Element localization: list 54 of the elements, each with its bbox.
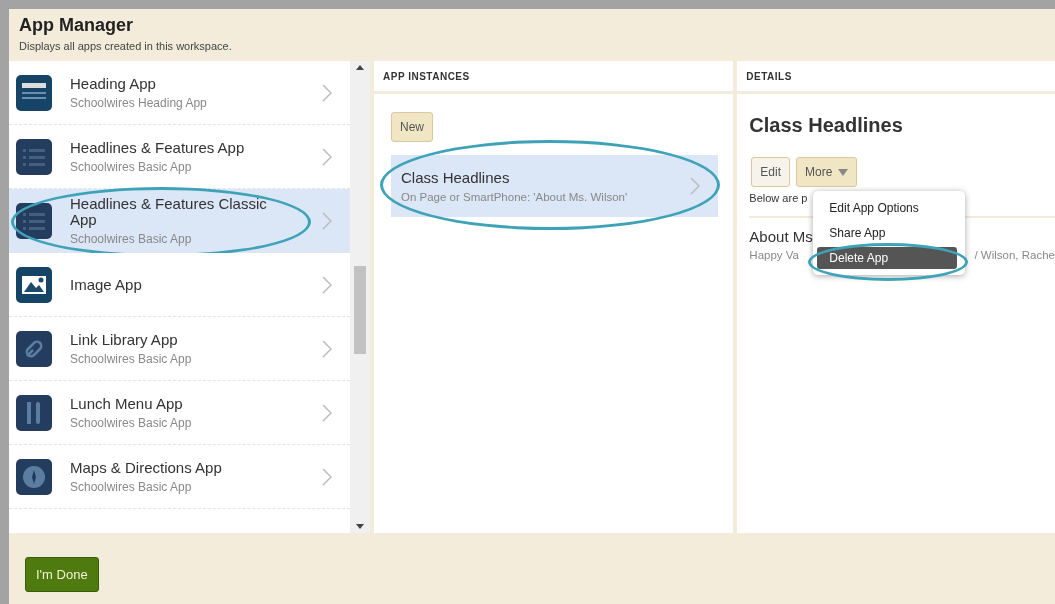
more-button[interactable]: More bbox=[796, 157, 858, 187]
app-icon bbox=[16, 458, 52, 495]
instance-name: Class Headlines bbox=[401, 169, 511, 186]
page-path: Happy Va bbox=[749, 249, 799, 261]
instance-list-item[interactable]: Class Headlines On Page or SmartPhone: 'About Ms. Wilson' bbox=[391, 155, 718, 217]
app-name: Headlines & Features App bbox=[70, 139, 246, 156]
menu-item[interactable]: Share App bbox=[817, 222, 958, 244]
page-subtitle: Displays all apps created in this workspace. bbox=[19, 40, 233, 52]
panel-heading: DETAILS bbox=[737, 61, 1055, 94]
chevron-icon bbox=[322, 211, 332, 230]
app-name: Heading App bbox=[70, 75, 157, 92]
app-name: Headlines & Features Classic App bbox=[70, 195, 268, 228]
chevron-icon bbox=[322, 339, 332, 358]
new-button[interactable]: New bbox=[391, 112, 433, 142]
chevron-icon bbox=[322, 403, 332, 422]
app-type: Schoolwires Basic App bbox=[70, 231, 193, 246]
app-icon bbox=[16, 394, 52, 431]
app-icon bbox=[16, 202, 52, 239]
page-link[interactable]: About Ms bbox=[749, 228, 813, 245]
caret-icon bbox=[838, 168, 849, 176]
details-title: Class Headlines bbox=[749, 114, 904, 137]
app-type: Schoolwires Basic App bbox=[70, 415, 193, 430]
app-list-item[interactable]: Headlines & Features Classic App Schoolwires Basic App bbox=[9, 189, 350, 253]
app-icon bbox=[16, 330, 52, 367]
done-button[interactable]: I'm Done bbox=[25, 557, 99, 592]
scrollbar-thumb[interactable] bbox=[354, 266, 366, 354]
chevron-icon bbox=[322, 275, 332, 294]
app-icon bbox=[16, 138, 52, 175]
chevron-icon bbox=[322, 147, 332, 166]
app-type: Schoolwires Heading App bbox=[70, 95, 208, 110]
app-type: Schoolwires Basic App bbox=[70, 479, 193, 494]
app-icon bbox=[16, 266, 52, 303]
scroll-up-icon[interactable] bbox=[356, 65, 364, 70]
app-type: Schoolwires Basic App bbox=[70, 159, 193, 174]
details-note: Below are p bbox=[749, 192, 809, 204]
app-name: Lunch Menu App bbox=[70, 395, 184, 412]
chevron-icon bbox=[322, 83, 332, 102]
menu-item[interactable]: Delete App bbox=[817, 247, 958, 269]
chevron-icon bbox=[690, 177, 700, 195]
app-name: Maps & Directions App bbox=[70, 459, 223, 476]
page-title: App Manager bbox=[19, 15, 134, 36]
scrollbar[interactable] bbox=[350, 61, 370, 533]
app-name: Link Library App bbox=[70, 331, 179, 348]
instance-location: On Page or SmartPhone: 'About Ms. Wilson' bbox=[401, 191, 629, 203]
chevron-icon bbox=[322, 467, 332, 486]
edit-button[interactable]: Edit bbox=[751, 157, 791, 187]
app-list-item[interactable]: Image App bbox=[9, 253, 350, 317]
panel-heading: APP INSTANCES bbox=[374, 61, 734, 94]
menu-item[interactable]: Edit App Options bbox=[817, 197, 958, 219]
scroll-down-icon[interactable] bbox=[356, 524, 364, 529]
app-type: Schoolwires Basic App bbox=[70, 351, 193, 366]
page-path: / Wilson, Rache bbox=[974, 249, 1055, 261]
app-name: Image App bbox=[70, 276, 143, 293]
app-icon bbox=[16, 74, 52, 111]
